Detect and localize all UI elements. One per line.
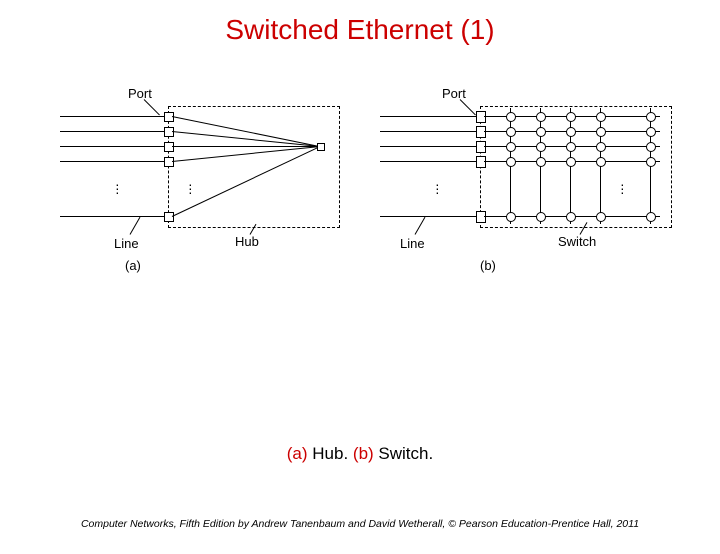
caption-b-prefix: (b) <box>353 444 374 463</box>
footer-citation: Computer Networks, Fifth Edition by Andr… <box>0 518 720 530</box>
dots-outer-b: ··· <box>435 182 440 194</box>
dots-cols-b: ··· <box>620 182 625 194</box>
bport-5 <box>476 211 486 223</box>
xpt <box>596 142 606 152</box>
line-pointer-a <box>130 217 141 235</box>
caption-a-prefix: (a) <box>287 444 308 463</box>
diagram-switch: Port Line Switch (b) <box>380 86 700 286</box>
dots-inner-a: ··· <box>188 182 193 194</box>
port-label: Port <box>128 86 152 101</box>
xpt <box>506 212 516 222</box>
xpt <box>566 127 576 137</box>
xpt <box>506 142 516 152</box>
line-label: Line <box>114 236 139 251</box>
line-1-ext <box>60 116 168 117</box>
line-2-ext <box>60 131 168 132</box>
port-pointer-b <box>460 99 476 115</box>
dots-outer-a: ··· <box>115 182 120 194</box>
hub-body <box>168 106 340 228</box>
switch-label: Switch <box>558 234 596 249</box>
xpt <box>566 212 576 222</box>
xpt <box>506 157 516 167</box>
bline-5-ext <box>380 216 480 217</box>
line-pointer-b <box>415 217 426 235</box>
xpt <box>536 157 546 167</box>
xpt <box>506 112 516 122</box>
xpt <box>646 112 656 122</box>
line-label-b: Line <box>400 236 425 251</box>
xpt <box>596 157 606 167</box>
port-label-b: Port <box>442 86 466 101</box>
subfig-b-label: (b) <box>480 258 496 273</box>
caption-b-text: Switch. <box>374 444 434 463</box>
bport-4 <box>476 156 486 168</box>
xpt <box>536 127 546 137</box>
bline-2-ext <box>380 131 480 132</box>
xpt <box>566 112 576 122</box>
line-3-inner <box>172 146 320 147</box>
hub-apex <box>317 143 325 151</box>
switch-body <box>480 106 672 228</box>
port-4 <box>164 157 174 167</box>
caption-a-text: Hub. <box>308 444 353 463</box>
xpt <box>506 127 516 137</box>
xpt <box>566 142 576 152</box>
port-3 <box>164 142 174 152</box>
line-4-ext <box>60 161 168 162</box>
bport-3 <box>476 141 486 153</box>
bline-1-ext <box>380 116 480 117</box>
bport-2 <box>476 126 486 138</box>
xpt <box>596 212 606 222</box>
xpt <box>596 112 606 122</box>
diagram-area: Port Line Hub (a) ··· ··· <box>0 86 720 306</box>
xpt <box>536 212 546 222</box>
bline-3-ext <box>380 146 480 147</box>
bport-1 <box>476 111 486 123</box>
port-pointer <box>144 99 160 115</box>
bline-4-ext <box>380 161 480 162</box>
port-5 <box>164 212 174 222</box>
xpt <box>566 157 576 167</box>
slide-title: Switched Ethernet (1) <box>0 14 720 46</box>
caption: (a) Hub. (b) Switch. <box>0 444 720 464</box>
xpt <box>646 142 656 152</box>
diagram-hub: Port Line Hub (a) ··· ··· <box>60 86 360 286</box>
xpt <box>536 142 546 152</box>
xpt <box>646 157 656 167</box>
line-5-ext <box>60 216 168 217</box>
xpt <box>596 127 606 137</box>
xpt <box>646 127 656 137</box>
line-3-ext <box>60 146 168 147</box>
xpt <box>536 112 546 122</box>
xpt <box>646 212 656 222</box>
subfig-a-label: (a) <box>125 258 141 273</box>
hub-label: Hub <box>235 234 259 249</box>
